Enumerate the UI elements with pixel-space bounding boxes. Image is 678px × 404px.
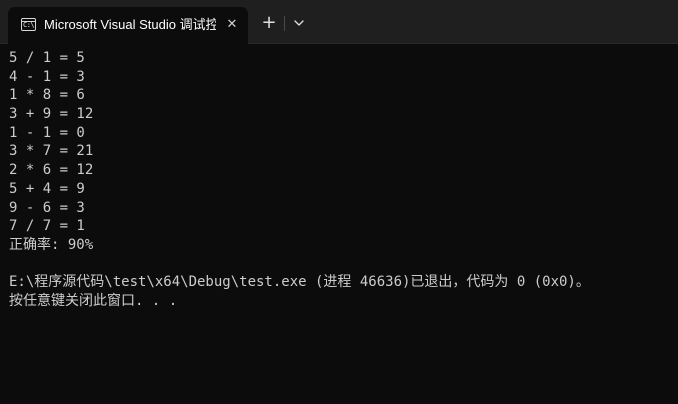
console-line: E:\程序源代码\test\x64\Debug\test.exe (进程 466… bbox=[9, 274, 590, 291]
title-bar: C:\ Microsoft Visual Studio 调试控制台 ✕ + bbox=[0, 0, 678, 44]
plus-icon[interactable]: + bbox=[259, 13, 279, 33]
tab-debug-console[interactable]: C:\ Microsoft Visual Studio 调试控制台 ✕ bbox=[8, 7, 248, 44]
console-line: 9 - 6 = 3 bbox=[9, 199, 85, 216]
console-line: 1 * 8 = 6 bbox=[9, 87, 85, 104]
console-output-area[interactable]: 5 / 1 = 5 4 - 1 = 3 1 * 8 = 6 3 + 9 = 12 1 -… bbox=[0, 44, 678, 404]
console-icon-glyph: C:\ bbox=[23, 21, 35, 29]
console-icon: C:\ bbox=[21, 18, 36, 31]
console-line: 正确率: 90% bbox=[9, 236, 94, 253]
console-line: 3 * 7 = 21 bbox=[9, 143, 94, 160]
console-line: 5 / 1 = 5 bbox=[9, 50, 85, 66]
tab-divider bbox=[284, 16, 285, 31]
console-line: 7 / 7 = 1 bbox=[9, 218, 85, 235]
chevron-down-icon[interactable] bbox=[289, 13, 309, 33]
console-line: 5 + 4 = 9 bbox=[9, 180, 85, 197]
console-line: 4 - 1 = 3 bbox=[9, 68, 85, 85]
console-line: 按任意键关闭此窗口. . . bbox=[9, 292, 178, 309]
console-line: 3 + 9 = 12 bbox=[9, 106, 94, 123]
tab-title: Microsoft Visual Studio 调试控制台 bbox=[44, 17, 216, 32]
console-output: 5 / 1 = 5 4 - 1 = 3 1 * 8 = 6 3 + 9 = 12 1 -… bbox=[9, 49, 590, 311]
close-icon[interactable]: ✕ bbox=[223, 16, 241, 34]
console-line: 2 * 6 = 12 bbox=[9, 162, 94, 179]
console-line: 1 - 1 = 0 bbox=[9, 124, 85, 141]
